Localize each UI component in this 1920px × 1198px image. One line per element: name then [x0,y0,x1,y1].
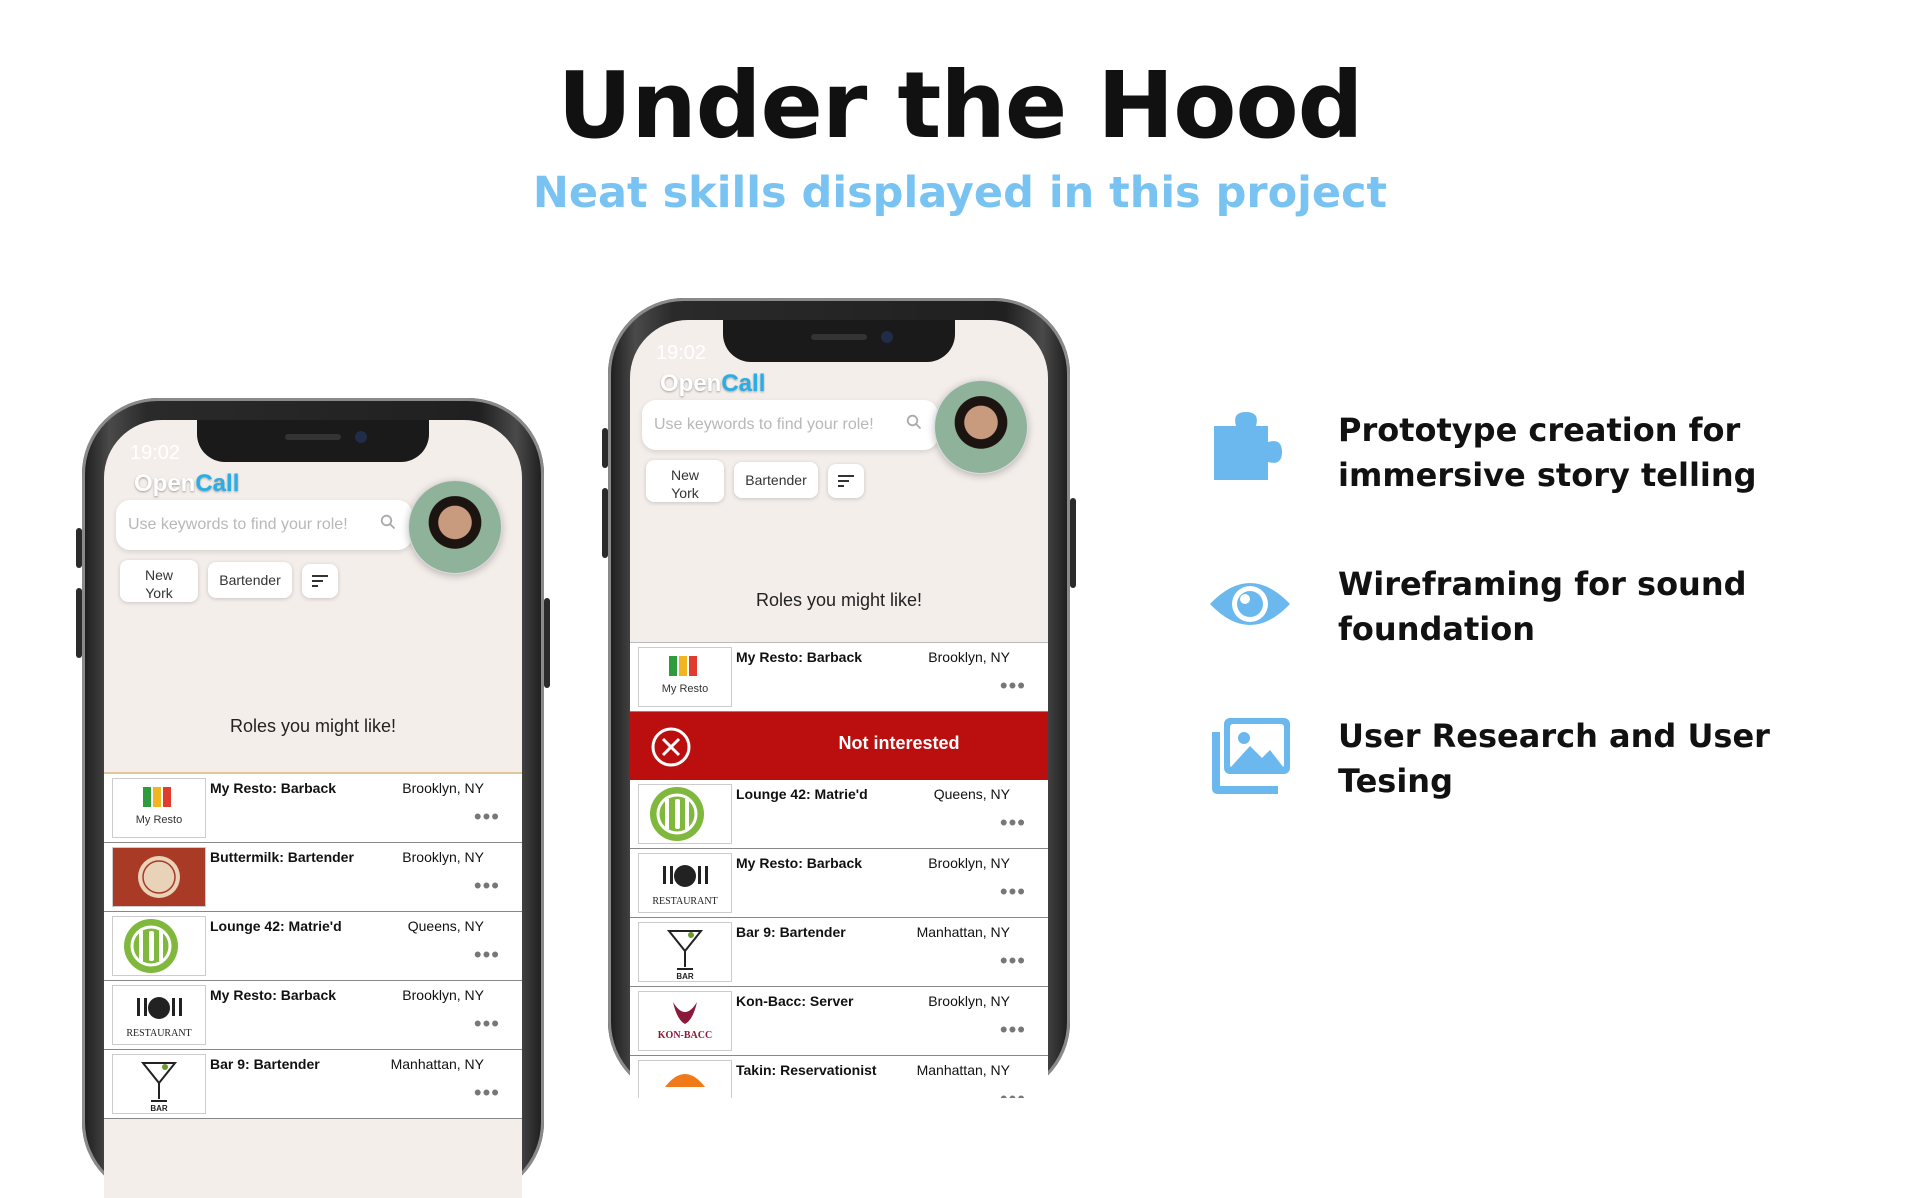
profile-avatar[interactable] [408,480,502,574]
job-row[interactable]: KON-BACC Kon-Bacc: Server Brooklyn, NY •… [630,987,1048,1056]
more-options-button[interactable]: ••• [1000,948,1026,974]
feature-wireframing: Wireframing for sound foundation [1208,562,1888,658]
restaurant-logo: RESTAURANT [112,985,206,1045]
phone-notch [723,320,955,362]
job-row[interactable]: My Resto My Resto: Barback Brooklyn, NY … [104,774,522,843]
myresto-logo: My Resto [638,647,732,707]
more-options-button[interactable]: ••• [474,873,500,899]
roles-heading: Roles you might like! [229,716,397,736]
feature-user-research: User Research and User Tesing [1208,714,1888,810]
app-screen: 19:02 OpenCall Use keywords to find your… [104,420,522,1198]
phone-notch [197,420,429,462]
status-time: 19:02 [656,342,707,364]
myresto-logo: My Resto [112,778,206,838]
svg-text:My Resto: My Resto [662,683,708,695]
svg-text:BAR: BAR [150,1104,168,1113]
more-options-button[interactable]: ••• [1000,810,1026,836]
job-row[interactable]: RESTAURANT My Resto: Barback Brooklyn, N… [104,981,522,1050]
job-row[interactable]: Lounge 42: Matrie'd Queens, NY ••• [104,912,522,981]
more-options-button[interactable]: ••• [1000,879,1026,905]
image-gallery-icon [1212,718,1290,794]
page-title: Under the Hood [557,52,1363,159]
profile-avatar[interactable] [934,380,1028,474]
job-list: My Resto My Resto: Barback Brooklyn, NY … [104,772,522,1119]
takin-logo [638,1060,732,1098]
phone-mockup-left: 19:02 OpenCall Use keywords to find your… [76,398,550,1198]
more-options-button[interactable]: ••• [474,1011,500,1037]
more-options-button[interactable]: ••• [474,942,500,968]
job-row[interactable]: Lounge 42: Matrie'd Queens, NY ••• [630,780,1048,849]
job-list: My Resto My Resto: Barback Brooklyn, NY … [630,642,1048,1098]
search-icon [380,514,396,530]
search-input[interactable]: Use keywords to find your role! [642,400,938,450]
buttermilk-logo [112,847,206,907]
svg-text:RESTAURANT: RESTAURANT [652,896,717,907]
app-logo: OpenCall [660,370,766,397]
status-time: 19:02 [130,442,181,464]
filter-lines-icon [312,575,328,587]
job-row[interactable]: Buttermilk: Bartender Brooklyn, NY ••• [104,843,522,912]
app-screen: 19:02 OpenCall Use keywords to find your… [630,320,1048,1098]
bar9-logo: BAR [112,1054,206,1114]
search-input[interactable]: Use keywords to find your role! [116,500,412,550]
svg-text:BAR: BAR [676,972,694,981]
not-interested-swipe-action[interactable]: Not interested [630,712,1048,780]
job-row[interactable]: My Resto My Resto: Barback Brooklyn, NY … [630,643,1048,712]
filter-chip-location[interactable]: New York [120,560,198,602]
roles-heading: Roles you might like! [755,590,923,610]
search-placeholder: Use keywords to find your role! [128,516,348,533]
page-subtitle: Neat skills displayed in this project [532,168,1388,218]
more-options-button[interactable]: ••• [1000,1017,1026,1043]
job-row[interactable]: Takin: Reservationist Manhattan, NY ••• [630,1056,1048,1098]
search-placeholder: Use keywords to find your role! [654,416,874,433]
konbacc-logo: KON-BACC [638,991,732,1051]
more-options-button[interactable]: ••• [1000,1086,1026,1098]
not-interested-label: Not interested [838,733,960,753]
sort-filter-button[interactable] [302,564,338,598]
filter-lines-icon [838,475,854,487]
job-row[interactable]: BAR Bar 9: Bartender Manhattan, NY ••• [630,918,1048,987]
phone-mockup-right: 19:02 OpenCall Use keywords to find your… [602,298,1076,1098]
job-row[interactable]: RESTAURANT My Resto: Barback Brooklyn, N… [630,849,1048,918]
more-options-button[interactable]: ••• [1000,673,1026,699]
svg-text:RESTAURANT: RESTAURANT [126,1028,191,1039]
lounge42-logo [638,784,732,844]
app-logo: OpenCall [134,470,240,497]
lounge42-logo [112,916,206,976]
bar9-logo: BAR [638,922,732,982]
filter-chip-location[interactable]: New York [646,460,724,502]
restaurant-logo: RESTAURANT [638,853,732,913]
job-row[interactable]: BAR Bar 9: Bartender Manhattan, NY ••• [104,1050,522,1119]
svg-text:My Resto: My Resto [136,814,182,826]
filter-chip-role[interactable]: Bartender [734,462,818,498]
filter-chip-role[interactable]: Bartender [208,562,292,598]
feature-prototype: Prototype creation for immersive story te… [1208,408,1888,504]
puzzle-icon [1214,412,1282,480]
more-options-button[interactable]: ••• [474,1080,500,1106]
svg-text:KON-BACC: KON-BACC [658,1030,712,1041]
sort-filter-button[interactable] [828,464,864,498]
search-icon [906,414,922,430]
eye-icon [1210,583,1290,625]
more-options-button[interactable]: ••• [474,804,500,830]
